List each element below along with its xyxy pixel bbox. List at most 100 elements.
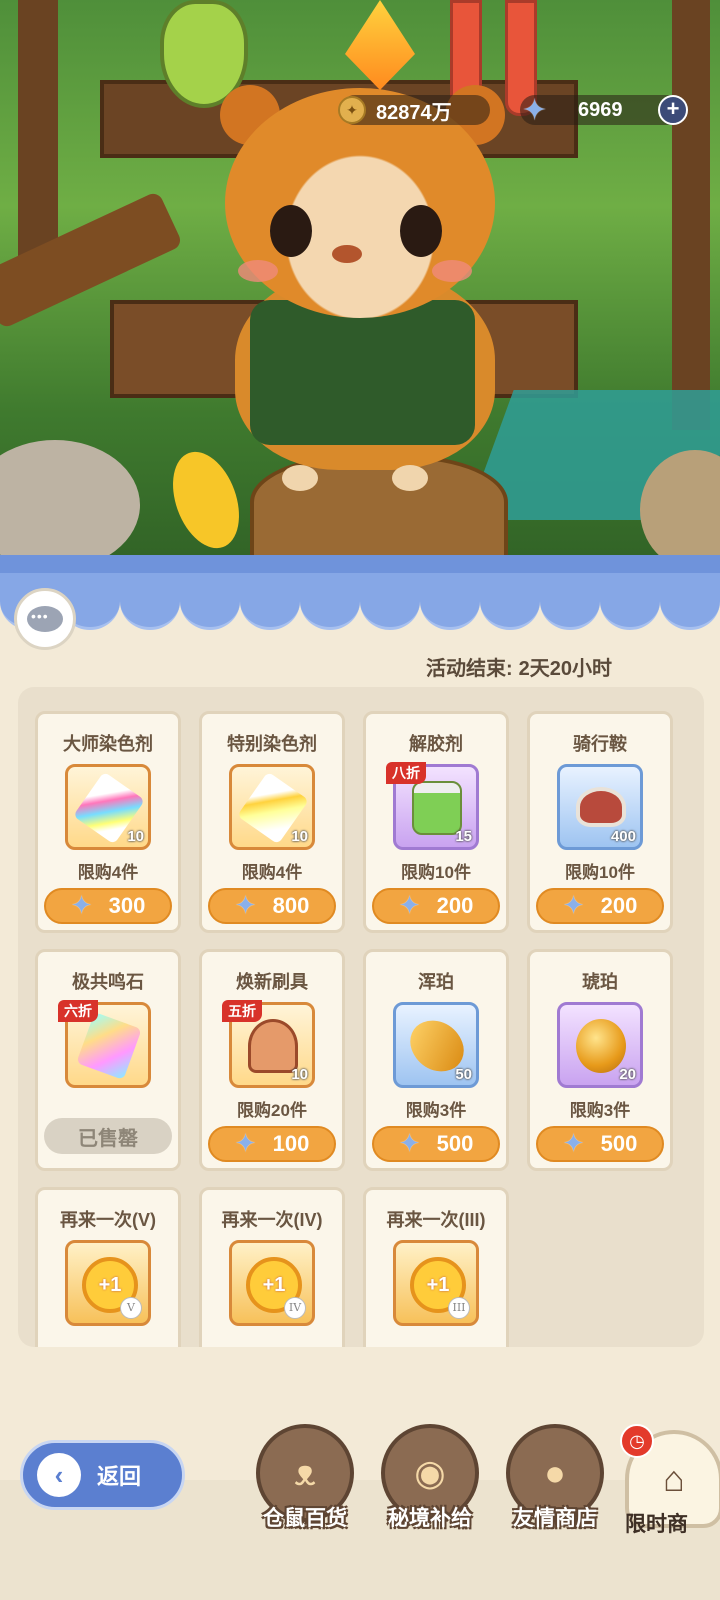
tab-friendship-shop[interactable]: ● 友情商店 xyxy=(495,1424,615,1544)
shop-grid[interactable]: 大师染色剂 10 限购4件 300 特别染色剂 10 限购4件 800 解胶剂 … xyxy=(18,687,704,1347)
shop-item-card[interactable]: 浑珀 50 限购3件 500 xyxy=(363,949,509,1171)
star-crystal-icon xyxy=(399,1128,425,1159)
wooden-post xyxy=(672,0,710,430)
star-crystal-icon xyxy=(563,890,589,921)
shop-item-card[interactable]: 大师染色剂 10 限购4件 300 xyxy=(35,711,181,933)
price-value: 800 xyxy=(272,893,310,918)
shop-item-card[interactable]: 解胶剂 八折 15 限购10件 200 xyxy=(363,711,509,933)
item-name: 再来一次(V) xyxy=(60,1210,156,1230)
coin-icon: ✦ xyxy=(338,96,366,124)
item-quantity: 50 xyxy=(455,1066,472,1083)
gold-counter: ✦ 82874万 xyxy=(338,95,490,125)
star-crystal-icon xyxy=(399,890,425,921)
gold-value: 82874万 xyxy=(376,101,452,124)
price-value: 500 xyxy=(600,1131,638,1156)
item-quantity: 20 xyxy=(619,1066,636,1083)
purchase-limit: 限购3件 xyxy=(405,1101,467,1120)
item-name: 解胶剂 xyxy=(409,734,463,754)
shop-item-card[interactable]: 骑行鞍 400 限购10件 200 xyxy=(527,711,673,933)
item-icon-frame: 400 xyxy=(557,764,643,850)
tab-secret-supply[interactable]: ◉ 秘境补给 xyxy=(370,1424,490,1544)
item-icon-frame: 10 xyxy=(229,764,315,850)
shop-item-card[interactable]: 极共鸣石 六折 已售罄 xyxy=(35,949,181,1171)
amber-gem-icon xyxy=(576,1019,626,1073)
item-name: 特别染色剂 xyxy=(227,734,317,754)
corn-cob xyxy=(160,442,252,558)
gem-counter: 6969 + xyxy=(520,93,688,128)
item-icon-frame: 50 xyxy=(393,1002,479,1088)
gem-value: 6969 xyxy=(578,98,623,121)
price-value: 500 xyxy=(436,1131,474,1156)
item-quantity: 10 xyxy=(291,1066,308,1083)
purchase-limit: 限购4件 xyxy=(77,863,139,882)
item-icon-frame: 10 xyxy=(65,764,151,850)
tab-label: 友情商店 xyxy=(513,1507,597,1530)
prism-stone-icon xyxy=(76,1012,142,1080)
chat-button[interactable] xyxy=(14,588,76,650)
back-arrow-icon: ‹ xyxy=(37,1453,81,1497)
discount-badge: 六折 xyxy=(58,1000,98,1022)
item-quantity: 10 xyxy=(291,828,308,845)
buy-button[interactable]: 200 xyxy=(372,888,500,924)
discount-badge: 五折 xyxy=(222,1000,262,1022)
clock-alarm-icon: ◷ xyxy=(620,1424,654,1458)
shop-item-card[interactable]: 再来一次(III) +1 III xyxy=(363,1187,509,1347)
buy-button[interactable]: 500 xyxy=(536,1126,664,1162)
price-value: 200 xyxy=(600,893,638,918)
buy-button[interactable]: 300 xyxy=(44,888,172,924)
boulder xyxy=(0,440,140,570)
item-icon-frame: 20 xyxy=(557,1002,643,1088)
purchase-limit: 限购20件 xyxy=(237,1101,307,1120)
awning xyxy=(0,555,720,630)
brush-iron-icon xyxy=(248,1019,298,1073)
star-crystal-icon xyxy=(235,890,261,921)
item-name: 琥珀 xyxy=(582,972,618,992)
tab-label: 仓鼠百货 xyxy=(263,1507,347,1530)
green-solvent-bottle-icon xyxy=(412,781,462,835)
item-quantity: 15 xyxy=(455,828,472,845)
shop-item-card[interactable]: 再来一次(V) +1 V xyxy=(35,1187,181,1347)
purchase-limit: 限购10件 xyxy=(401,863,471,882)
timer-value: 2天20小时 xyxy=(518,658,613,680)
star-crystal-icon xyxy=(71,890,97,921)
item-name: 大师染色剂 xyxy=(63,734,153,754)
tab-hamster-store[interactable]: ᴥ 仓鼠百货 xyxy=(245,1424,365,1544)
shop-item-card[interactable]: 特别染色剂 10 限购4件 800 xyxy=(199,711,345,933)
star-crystal-icon xyxy=(563,1128,589,1159)
item-icon-frame: +1 IV xyxy=(229,1240,315,1326)
red-saddle-icon xyxy=(576,787,626,827)
add-gems-button[interactable]: + xyxy=(658,95,688,125)
buy-button[interactable]: 200 xyxy=(536,888,664,924)
tier-badge: IV xyxy=(284,1297,306,1319)
purchase-limit: 限购3件 xyxy=(569,1101,631,1120)
item-name: 极共鸣石 xyxy=(72,972,144,992)
item-name: 再来一次(IV) xyxy=(221,1210,323,1230)
price-value: 200 xyxy=(436,893,474,918)
buy-button[interactable]: 500 xyxy=(372,1126,500,1162)
shop-item-card[interactable]: 焕新刷具 五折 10 限购20件 100 xyxy=(199,949,345,1171)
item-name: 浑珀 xyxy=(418,972,454,992)
tier-badge: III xyxy=(448,1297,470,1319)
chat-bubble-icon xyxy=(27,606,63,632)
tab-label: 秘境补给 xyxy=(388,1507,472,1530)
tab-label: 限时商 xyxy=(625,1513,688,1536)
game-scene xyxy=(0,0,720,590)
buy-button[interactable]: 800 xyxy=(208,888,336,924)
star-crystal-icon xyxy=(522,93,548,128)
event-timer: 活动结束: 2天20小时 xyxy=(426,652,612,681)
purchase-limit: 限购4件 xyxy=(241,863,303,882)
back-button[interactable]: ‹ 返回 xyxy=(20,1440,185,1510)
discount-badge: 八折 xyxy=(386,762,426,784)
shop-item-card[interactable]: 琥珀 20 限购3件 500 xyxy=(527,949,673,1171)
timer-label: 活动结束: xyxy=(426,658,513,680)
price-value: 300 xyxy=(108,893,146,918)
item-quantity: 400 xyxy=(610,828,636,845)
star-crystal-icon xyxy=(235,1128,261,1159)
crystal-hat xyxy=(345,0,415,90)
sold-out-label: 已售罄 xyxy=(44,1118,172,1154)
back-label: 返回 xyxy=(97,1464,142,1489)
item-name: 再来一次(III) xyxy=(386,1210,486,1230)
shop-item-card[interactable]: 再来一次(IV) +1 IV xyxy=(199,1187,345,1347)
green-vest xyxy=(250,300,475,445)
buy-button[interactable]: 100 xyxy=(208,1126,336,1162)
